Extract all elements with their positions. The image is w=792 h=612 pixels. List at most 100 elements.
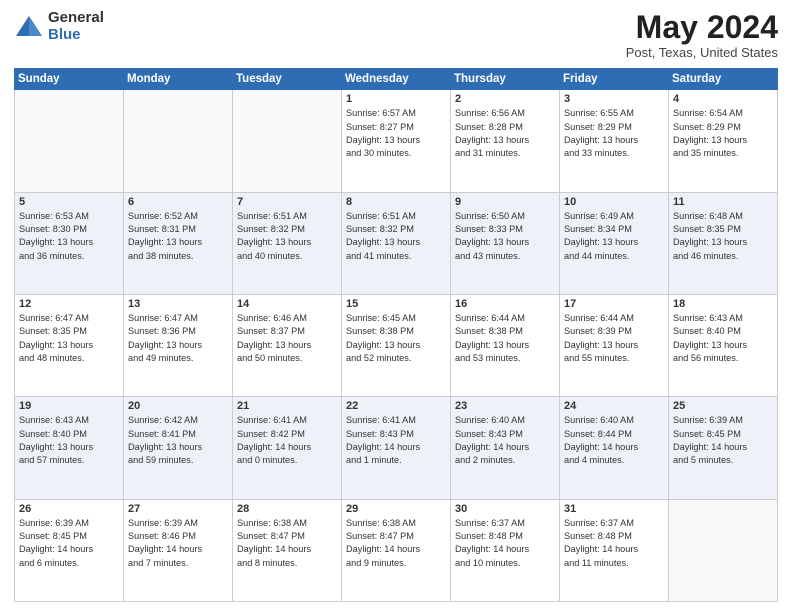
- cell-info: Sunrise: 6:43 AM Sunset: 8:40 PM Dayligh…: [19, 414, 119, 467]
- page: General Blue May 2024 Post, Texas, Unite…: [0, 0, 792, 612]
- table-row: 26Sunrise: 6:39 AM Sunset: 8:45 PM Dayli…: [15, 499, 124, 601]
- day-number: 12: [19, 298, 119, 310]
- table-row: [15, 90, 124, 192]
- day-number: 17: [564, 298, 664, 310]
- calendar-week-row: 5 Sunrise: 6:53 AM Sunset: 8:30 PM Daylig…: [15, 192, 778, 294]
- table-row: 17 Sunrise: 6:44 AM Sunset: 8:39 PM Dayli…: [560, 294, 669, 396]
- title-block: May 2024 Post, Texas, United States: [626, 10, 778, 60]
- table-row: 22 Sunrise: 6:41 AM Sunset: 8:43 PM Dayli…: [342, 397, 451, 499]
- table-row: 20Sunrise: 6:42 AM Sunset: 8:41 PM Dayli…: [124, 397, 233, 499]
- table-row: 9 Sunrise: 6:50 AM Sunset: 8:33 PM Daylig…: [451, 192, 560, 294]
- table-row: 24 Sunrise: 6:40 AM Sunset: 8:44 PM Dayli…: [560, 397, 669, 499]
- cell-info: Sunrise: 6:57 AM Sunset: 8:27 PM Dayligh…: [346, 107, 446, 160]
- cell-info: Sunrise: 6:39 AM Sunset: 8:45 PM Dayligh…: [673, 414, 773, 467]
- day-number: 21: [237, 400, 337, 412]
- day-number: 3: [564, 93, 664, 105]
- cell-info: Sunrise: 6:38 AM Sunset: 8:47 PM Dayligh…: [237, 517, 337, 570]
- day-number: 28: [237, 503, 337, 515]
- cell-info: Sunrise: 6:53 AM Sunset: 8:30 PM Dayligh…: [19, 210, 119, 263]
- table-row: 16 Sunrise: 6:44 AM Sunset: 8:38 PM Dayli…: [451, 294, 560, 396]
- table-row: 27 Sunrise: 6:39 AM Sunset: 8:46 PM Dayli…: [124, 499, 233, 601]
- cell-info: Sunrise: 6:37 AM Sunset: 8:48 PM Dayligh…: [564, 517, 664, 570]
- cell-info: Sunrise: 6:39 AM Sunset: 8:45 PM Dayligh…: [19, 517, 119, 570]
- table-row: 25 Sunrise: 6:39 AM Sunset: 8:45 PM Dayli…: [669, 397, 778, 499]
- table-row: 12 Sunrise: 6:47 AM Sunset: 8:35 PM Dayli…: [15, 294, 124, 396]
- calendar-header-row: Sunday Monday Tuesday Wednesday Thursday…: [15, 69, 778, 90]
- logo-general: General: [48, 10, 104, 27]
- table-row: [233, 90, 342, 192]
- cell-info: Sunrise: 6:40 AM Sunset: 8:44 PM Dayligh…: [564, 414, 664, 467]
- cell-info: Sunrise: 6:43 AM Sunset: 8:40 PM Dayligh…: [673, 312, 773, 365]
- day-number: 16: [455, 298, 555, 310]
- day-number: 5: [19, 196, 119, 208]
- table-row: 28 Sunrise: 6:38 AM Sunset: 8:47 PM Dayli…: [233, 499, 342, 601]
- cell-info: Sunrise: 6:47 AM Sunset: 8:36 PM Dayligh…: [128, 312, 228, 365]
- day-number: 27: [128, 503, 228, 515]
- day-number: 29: [346, 503, 446, 515]
- table-row: [124, 90, 233, 192]
- title-location: Post, Texas, United States: [626, 45, 778, 60]
- day-number: 13: [128, 298, 228, 310]
- table-row: 30Sunrise: 6:37 AM Sunset: 8:48 PM Dayli…: [451, 499, 560, 601]
- cell-info: Sunrise: 6:50 AM Sunset: 8:33 PM Dayligh…: [455, 210, 555, 263]
- cell-info: Sunrise: 6:48 AM Sunset: 8:35 PM Dayligh…: [673, 210, 773, 263]
- day-number: 14: [237, 298, 337, 310]
- table-row: 4Sunrise: 6:54 AM Sunset: 8:29 PM Daylig…: [669, 90, 778, 192]
- day-number: 8: [346, 196, 446, 208]
- cell-info: Sunrise: 6:52 AM Sunset: 8:31 PM Dayligh…: [128, 210, 228, 263]
- col-tuesday: Tuesday: [233, 69, 342, 90]
- cell-info: Sunrise: 6:51 AM Sunset: 8:32 PM Dayligh…: [237, 210, 337, 263]
- header: General Blue May 2024 Post, Texas, Unite…: [14, 10, 778, 60]
- day-number: 10: [564, 196, 664, 208]
- table-row: 8Sunrise: 6:51 AM Sunset: 8:32 PM Daylig…: [342, 192, 451, 294]
- day-number: 15: [346, 298, 446, 310]
- cell-info: Sunrise: 6:47 AM Sunset: 8:35 PM Dayligh…: [19, 312, 119, 365]
- cell-info: Sunrise: 6:44 AM Sunset: 8:38 PM Dayligh…: [455, 312, 555, 365]
- calendar-week-row: 19 Sunrise: 6:43 AM Sunset: 8:40 PM Dayli…: [15, 397, 778, 499]
- cell-info: Sunrise: 6:49 AM Sunset: 8:34 PM Dayligh…: [564, 210, 664, 263]
- calendar-week-row: 26Sunrise: 6:39 AM Sunset: 8:45 PM Dayli…: [15, 499, 778, 601]
- logo-icon: [14, 12, 44, 42]
- day-number: 19: [19, 400, 119, 412]
- col-saturday: Saturday: [669, 69, 778, 90]
- table-row: 7Sunrise: 6:51 AM Sunset: 8:32 PM Daylig…: [233, 192, 342, 294]
- day-number: 4: [673, 93, 773, 105]
- calendar-table: Sunday Monday Tuesday Wednesday Thursday…: [14, 68, 778, 602]
- col-friday: Friday: [560, 69, 669, 90]
- table-row: 1 Sunrise: 6:57 AM Sunset: 8:27 PM Daylig…: [342, 90, 451, 192]
- day-number: 1: [346, 93, 446, 105]
- col-sunday: Sunday: [15, 69, 124, 90]
- logo-text: General Blue: [48, 10, 104, 43]
- cell-info: Sunrise: 6:39 AM Sunset: 8:46 PM Dayligh…: [128, 517, 228, 570]
- cell-info: Sunrise: 6:44 AM Sunset: 8:39 PM Dayligh…: [564, 312, 664, 365]
- day-number: 25: [673, 400, 773, 412]
- table-row: 10 Sunrise: 6:49 AM Sunset: 8:34 PM Dayli…: [560, 192, 669, 294]
- cell-info: Sunrise: 6:46 AM Sunset: 8:37 PM Dayligh…: [237, 312, 337, 365]
- day-number: 30: [455, 503, 555, 515]
- table-row: 3 Sunrise: 6:55 AM Sunset: 8:29 PM Daylig…: [560, 90, 669, 192]
- title-month: May 2024: [626, 10, 778, 45]
- table-row: 2 Sunrise: 6:56 AM Sunset: 8:28 PM Daylig…: [451, 90, 560, 192]
- logo-blue: Blue: [48, 27, 104, 44]
- table-row: 6Sunrise: 6:52 AM Sunset: 8:31 PM Daylig…: [124, 192, 233, 294]
- calendar-week-row: 12 Sunrise: 6:47 AM Sunset: 8:35 PM Dayli…: [15, 294, 778, 396]
- table-row: 18Sunrise: 6:43 AM Sunset: 8:40 PM Dayli…: [669, 294, 778, 396]
- cell-info: Sunrise: 6:45 AM Sunset: 8:38 PM Dayligh…: [346, 312, 446, 365]
- day-number: 31: [564, 503, 664, 515]
- cell-info: Sunrise: 6:41 AM Sunset: 8:43 PM Dayligh…: [346, 414, 446, 467]
- day-number: 23: [455, 400, 555, 412]
- cell-info: Sunrise: 6:40 AM Sunset: 8:43 PM Dayligh…: [455, 414, 555, 467]
- table-row: 31 Sunrise: 6:37 AM Sunset: 8:48 PM Dayli…: [560, 499, 669, 601]
- cell-info: Sunrise: 6:55 AM Sunset: 8:29 PM Dayligh…: [564, 107, 664, 160]
- col-wednesday: Wednesday: [342, 69, 451, 90]
- day-number: 9: [455, 196, 555, 208]
- day-number: 20: [128, 400, 228, 412]
- cell-info: Sunrise: 6:38 AM Sunset: 8:47 PM Dayligh…: [346, 517, 446, 570]
- day-number: 22: [346, 400, 446, 412]
- table-row: 15 Sunrise: 6:45 AM Sunset: 8:38 PM Dayli…: [342, 294, 451, 396]
- day-number: 2: [455, 93, 555, 105]
- cell-info: Sunrise: 6:56 AM Sunset: 8:28 PM Dayligh…: [455, 107, 555, 160]
- day-number: 24: [564, 400, 664, 412]
- table-row: 23 Sunrise: 6:40 AM Sunset: 8:43 PM Dayli…: [451, 397, 560, 499]
- cell-info: Sunrise: 6:41 AM Sunset: 8:42 PM Dayligh…: [237, 414, 337, 467]
